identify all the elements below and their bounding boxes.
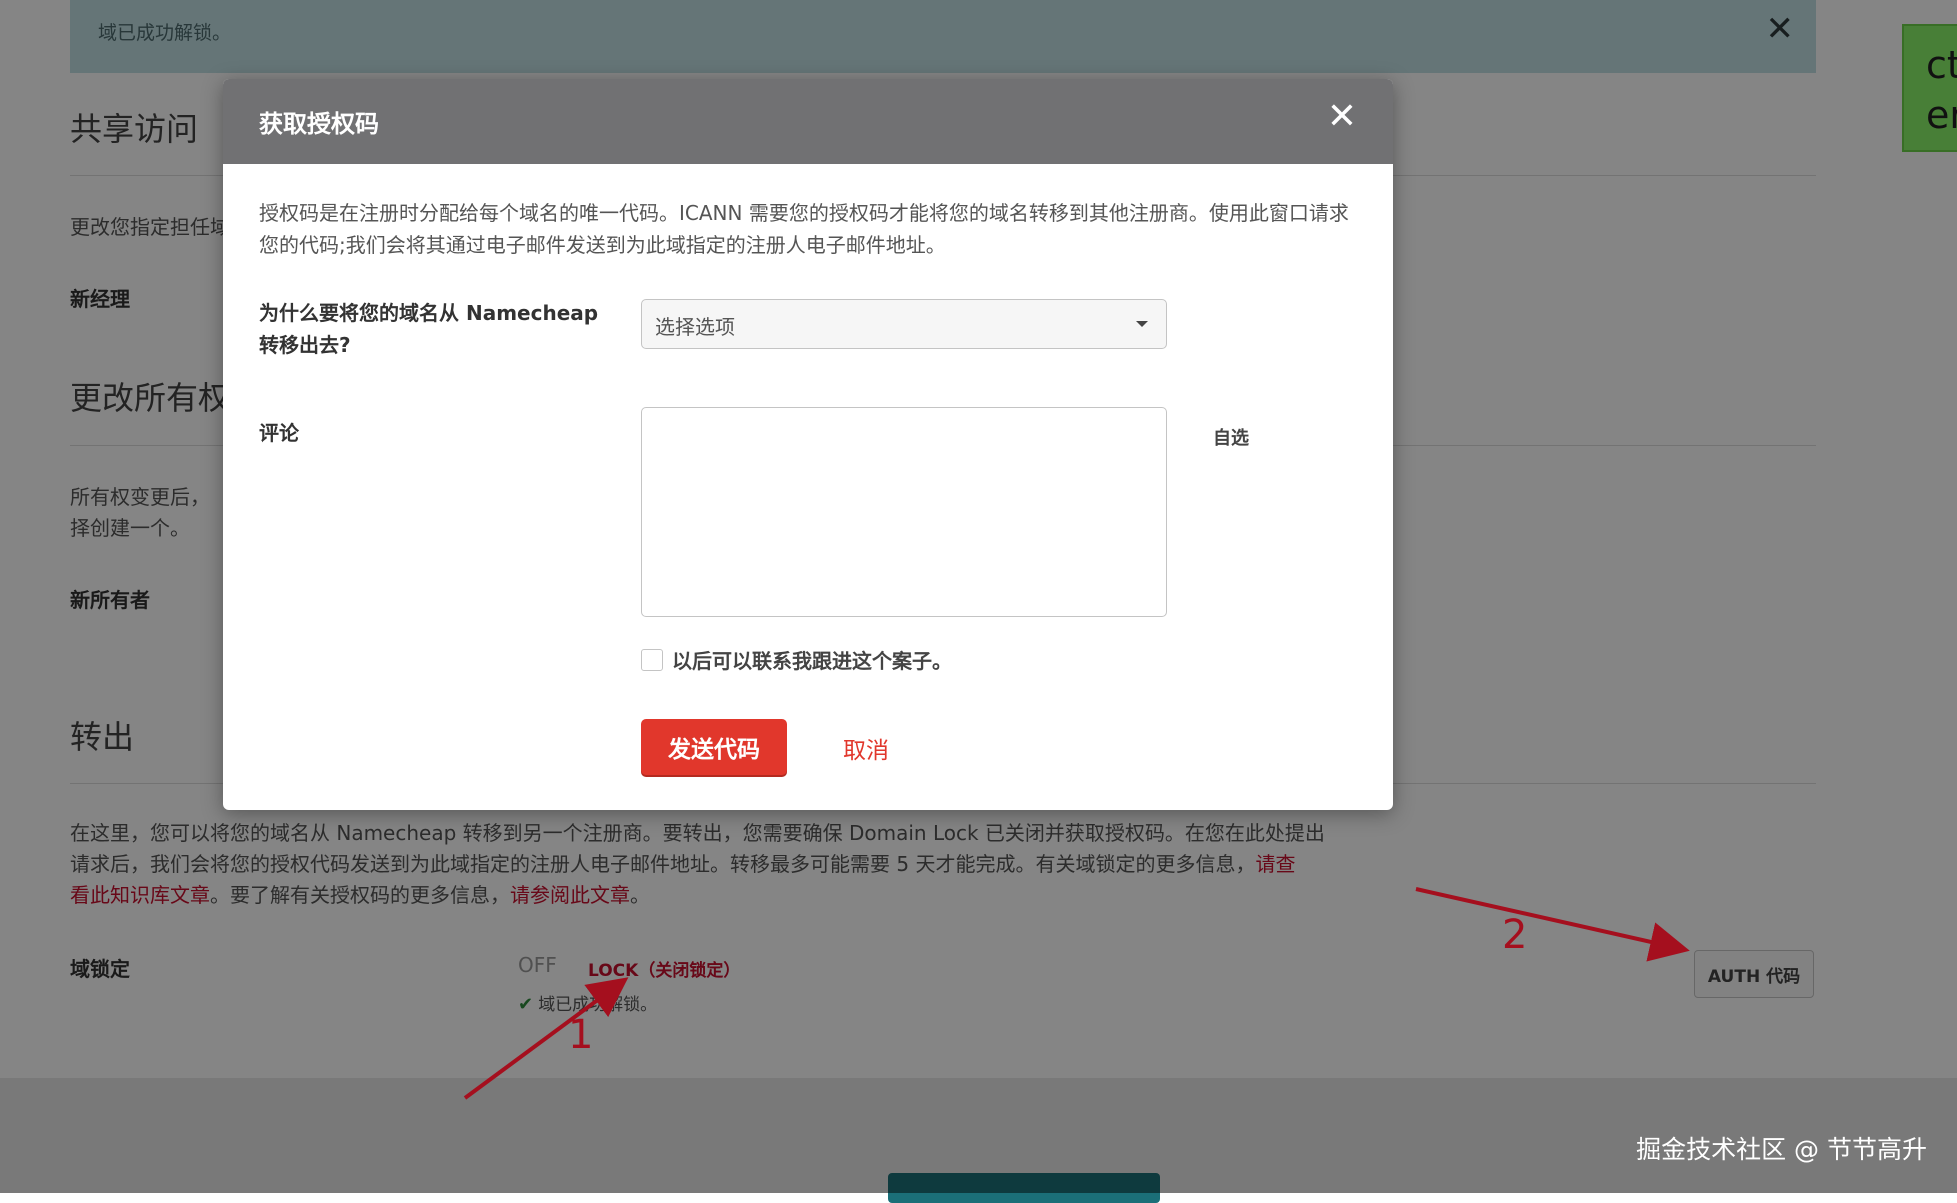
modal-description: 授权码是在注册时分配给每个域名的唯一代码。ICANN 需要您的授权码才能将您的域… [259,201,1349,257]
auth-code-modal: 获取授权码 ✕ 授权码是在注册时分配给每个域名的唯一代码。ICANN 需要您的授… [223,79,1393,810]
annotation-number-2: 2 [1502,912,1528,958]
caret-down-icon [1136,321,1148,327]
comment-textarea[interactable] [641,407,1167,617]
reason-label-line2: 转移出去? [259,333,351,357]
annotation-number-1: 1 [568,1012,594,1058]
reason-label-line1: 为什么要将您的域名从 Namecheap [259,301,599,325]
modal-title: 获取授权码 [259,110,379,138]
close-icon[interactable]: ✕ [1327,99,1357,135]
follow-up-checkbox-label[interactable]: 以后可以联系我跟进这个案子。 [672,645,952,674]
reason-select[interactable]: 选择选项 [641,299,1167,349]
optional-hint: 自选 [1213,428,1249,449]
reason-label: 为什么要将您的域名从 Namecheap 转移出去? [259,297,598,361]
cancel-link[interactable]: 取消 [843,731,889,765]
reason-select-value: 选择选项 [655,315,735,339]
modal-header: 获取授权码 ✕ [223,79,1393,164]
annotation-arrow-2 [1415,887,1690,962]
follow-up-checkbox[interactable] [641,649,663,671]
send-code-button[interactable]: 发送代码 [641,719,787,775]
comment-label: 评论 [259,421,299,445]
watermark: 掘金技术社区 @ 节节高升 [1636,1135,1927,1164]
annotation-arrow-1 [463,977,629,1100]
